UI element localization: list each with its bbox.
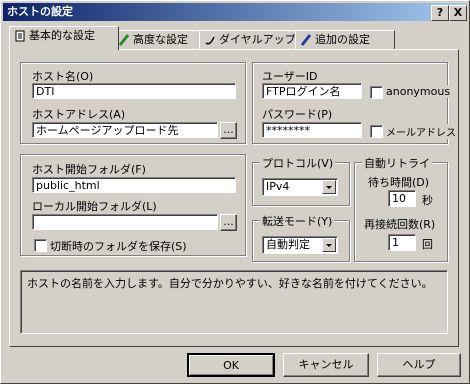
anonymous-checkbox[interactable] <box>370 86 383 99</box>
local-folder-label: ローカル開始フォルダ(L) <box>32 198 157 214</box>
transfer-value: 自動判定 <box>266 238 310 251</box>
tab-advanced[interactable]: 高度な設定 <box>113 30 205 49</box>
tab-advanced-label: 高度な設定 <box>133 33 188 46</box>
tab-extra[interactable]: 追加の設定 <box>295 30 395 49</box>
retry-count-unit: 回 <box>422 236 433 252</box>
window-title: ホストの設定 <box>7 5 73 18</box>
title-bar[interactable]: ホストの設定 ? X <box>3 3 467 21</box>
wait-time-label: 待ち時間(D) <box>368 174 430 190</box>
host-folder-input[interactable]: public_html <box>32 177 236 193</box>
protocol-select[interactable]: IPv4 <box>262 178 338 196</box>
mail-address-checkbox[interactable] <box>370 125 383 138</box>
mail-address-label: メールアドレス <box>386 124 456 139</box>
transfer-dropdown-arrow-icon[interactable] <box>322 238 336 252</box>
transfer-select[interactable]: 自動判定 <box>262 236 338 254</box>
password-input[interactable]: ******** <box>262 122 362 138</box>
tab-dialup-label: ダイヤルアップ <box>219 33 296 46</box>
transfer-label: 転送モード(Y) <box>260 213 335 229</box>
tab-basic[interactable]: 基本的な設定 <box>9 26 119 50</box>
retry-label: 自動リトライ <box>362 155 432 171</box>
save-folder-checkbox[interactable] <box>34 239 47 252</box>
retry-count-label: 再接続回数(R) <box>364 216 436 232</box>
pencil-icon <box>118 34 130 46</box>
host-name-input[interactable]: DTI <box>32 83 236 99</box>
host-address-input[interactable]: ホームページアップロード先 <box>32 122 218 138</box>
user-id-label: ユーザーID <box>262 68 318 84</box>
local-folder-input[interactable] <box>32 214 218 230</box>
local-folder-browse-button[interactable]: ... <box>220 214 237 231</box>
wait-time-input[interactable]: 10 <box>388 190 416 207</box>
help-title-button[interactable]: ? <box>431 5 449 21</box>
dialog-window: ホストの設定 ? X 基本的な設定 高度な設定 ダイヤルアップ 追加の設定 ホス… <box>0 0 470 384</box>
retry-count-input[interactable]: 1 <box>388 234 416 251</box>
host-address-label: ホストアドレス(A) <box>32 106 126 122</box>
protocol-label: プロトコル(V) <box>260 155 336 171</box>
phone-icon <box>205 36 215 45</box>
host-folder-label: ホスト開始フォルダ(F) <box>32 161 146 177</box>
save-folder-label: 切断時のフォルダを保存(S) <box>50 238 187 254</box>
pen-icon <box>300 34 312 46</box>
ok-button[interactable]: OK <box>187 353 275 377</box>
tab-extra-label: 追加の設定 <box>315 33 370 46</box>
host-address-browse-button[interactable]: ... <box>220 122 237 139</box>
tab-basic-label: 基本的な設定 <box>29 29 95 42</box>
help-button[interactable]: ヘルプ <box>377 353 461 377</box>
user-id-input[interactable]: FTPログイン名 <box>262 83 362 99</box>
cancel-button[interactable]: キャンセル <box>283 353 369 377</box>
protocol-value: IPv4 <box>266 180 290 193</box>
protocol-dropdown-arrow-icon[interactable] <box>322 180 336 194</box>
tab-page: ホスト名(O) DTI ホストアドレス(A) ホームページアップロード先 ...… <box>9 49 459 347</box>
tab-dialup[interactable]: ダイヤルアップ <box>199 30 301 49</box>
anonymous-label: anonymous <box>386 85 451 98</box>
help-text-box: ホストの名前を入力します。自分で分かりやすい、好きな名前を付けてください。 <box>20 270 448 334</box>
password-label: パスワード(P) <box>262 106 333 122</box>
document-icon <box>15 30 25 42</box>
close-button[interactable]: X <box>449 5 467 21</box>
host-name-label: ホスト名(O) <box>32 68 94 84</box>
wait-time-unit: 秒 <box>422 192 433 208</box>
